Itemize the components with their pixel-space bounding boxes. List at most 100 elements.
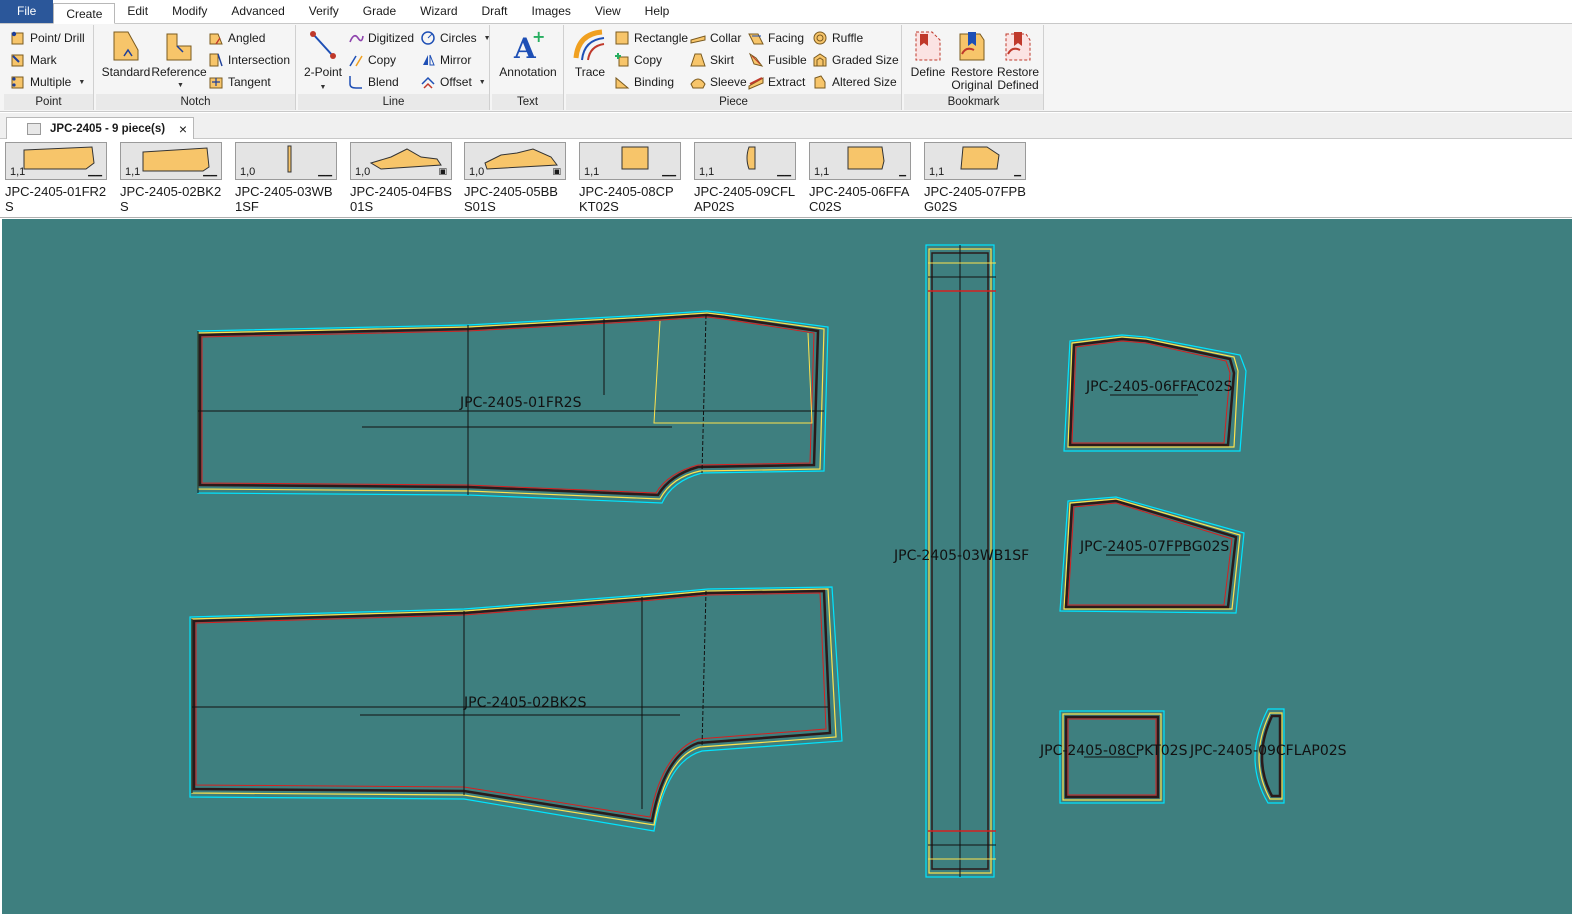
piece-thumbnail[interactable]: 1,0 ▁▁ JPC-2405-03WB1SF (235, 142, 339, 214)
altered-size-icon (812, 74, 828, 90)
collar-button[interactable]: Collar (690, 28, 741, 48)
define-bookmark-button[interactable]: Define (906, 28, 950, 79)
pattern-piece-waistband[interactable]: JPC-2405-03WB1SF (893, 244, 1029, 878)
menu-images[interactable]: Images (520, 0, 583, 23)
multiple-button[interactable]: Multiple ▼ (10, 72, 85, 92)
digitized-line-button[interactable]: Digitized (348, 28, 414, 48)
ruffle-button[interactable]: Ruffle (812, 28, 863, 48)
rectangle-label: Rectangle (634, 31, 689, 45)
offset-button[interactable]: Offset ▼ (420, 72, 486, 92)
menu-help[interactable]: Help (633, 0, 682, 23)
ribbon-group-notch: Standard Reference ▼ Angled Intersection … (96, 25, 296, 110)
piece-thumbnail[interactable]: 1,1 ▁ JPC-2405-07FPBG02S (924, 142, 1028, 214)
piece-thumbnail-image: 1,0 ▁▁ (235, 142, 337, 180)
menu-grade[interactable]: Grade (351, 0, 408, 23)
group-label-bookmark: Bookmark (904, 94, 1043, 110)
angled-notch-button[interactable]: Angled (208, 28, 265, 48)
piece-name: JPC-2405-01FR2S (5, 184, 107, 214)
mark-button[interactable]: Mark (10, 50, 57, 70)
two-point-line-button[interactable]: 2-Point ▼ (302, 28, 344, 94)
menu-file[interactable]: File (0, 0, 54, 23)
piece-thumbnail[interactable]: 1,0 ▣ JPC-2405-05BBS01S (464, 142, 568, 214)
intersection-notch-icon (208, 52, 224, 68)
piece-thumbnail-image: 1,1 ▁▁ (5, 142, 107, 180)
group-label-notch: Notch (96, 94, 295, 110)
reference-label: Reference (151, 65, 207, 79)
annotation-icon: A + (510, 27, 546, 65)
standard-notch-button[interactable]: Standard (100, 28, 152, 79)
piece-thumbnail[interactable]: 1,0 ▣ JPC-2405-04FBS01S (350, 142, 454, 214)
pattern-piece-pocket-bag[interactable]: JPC-2405-07FPBG02S (1059, 496, 1245, 614)
blend-line-button[interactable]: Blend (348, 72, 399, 92)
menu-create[interactable]: Create (53, 3, 116, 24)
document-tab[interactable]: JPC-2405 - 9 piece(s) × (6, 117, 194, 139)
annotation-button[interactable]: A + Annotation (496, 27, 560, 79)
pieces-strip: 1,1 ▁▁ JPC-2405-01FR2S 1,1 ▁▁ JPC-2405-02B… (0, 139, 1572, 218)
piece-marker-icon: ▁▁ (662, 166, 676, 176)
pattern-piece-facing[interactable]: JPC-2405-06FFAC02S (1063, 334, 1247, 452)
piece-thumbnail[interactable]: 1,1 ▁▁ JPC-2405-02BK2S (120, 142, 224, 214)
menu-wizard[interactable]: Wizard (408, 0, 469, 23)
restore-original-icon (954, 28, 990, 64)
mirror-button[interactable]: Mirror (420, 50, 471, 70)
tangent-notch-button[interactable]: Tangent (208, 72, 271, 92)
circles-button[interactable]: Circles ▼ (420, 28, 491, 48)
copy-line-button[interactable]: Copy (348, 50, 396, 70)
menu-advanced[interactable]: Advanced (219, 0, 296, 23)
restore-original-label-2: Original (951, 78, 993, 92)
reference-notch-button[interactable]: Reference ▼ (151, 28, 207, 92)
pattern-work-area[interactable]: JPC-2405-01FR2S JPC-2405-02BK2S JPC-2405… (2, 219, 1572, 914)
intersection-notch-button[interactable]: Intersection (208, 50, 290, 70)
piece-size: 1,1 (10, 166, 26, 178)
sleeve-button[interactable]: Sleeve (690, 72, 747, 92)
piece-thumbnail[interactable]: 1,1 ▁▁ JPC-2405-01FR2S (5, 142, 109, 214)
piece-thumbnail[interactable]: 1,1 ▁▁ JPC-2405-08CPKT02S (579, 142, 683, 214)
piece-name: JPC-2405-09CFLAP02S (694, 184, 796, 214)
pattern-piece-cargo-flap[interactable]: JPC-2405-09CFLAP02S (1189, 708, 1347, 804)
piece-size: 1,0 (469, 166, 485, 178)
fusible-icon (748, 52, 764, 68)
reference-notch-icon (161, 28, 197, 64)
altered-size-label: Altered Size (832, 75, 897, 89)
mirror-icon (420, 52, 436, 68)
menu-edit[interactable]: Edit (115, 0, 160, 23)
point-drill-button[interactable]: Point/ Drill (10, 28, 85, 48)
piece-thumbnail[interactable]: 1,1 ▁ JPC-2405-06FFAC02S (809, 142, 913, 214)
piece-name: JPC-2405-07FPBG02S (924, 184, 1026, 214)
pattern-piece-cargo-pocket[interactable]: JPC-2405-08CPKT02S (1039, 710, 1188, 804)
annotation-label: Annotation (499, 65, 557, 79)
collar-label: Collar (710, 31, 742, 45)
menu-view[interactable]: View (583, 0, 633, 23)
piece-thumbnail[interactable]: 1,1 ▁▁ JPC-2405-09CFLAP02S (694, 142, 798, 214)
pattern-piece-back[interactable]: JPC-2405-02BK2S (189, 586, 843, 832)
group-label-text: Text (492, 94, 563, 110)
menu-draft[interactable]: Draft (470, 0, 520, 23)
skirt-button[interactable]: Skirt (690, 50, 734, 70)
pattern-canvas[interactable]: JPC-2405-01FR2S JPC-2405-02BK2S JPC-2405… (2, 219, 1572, 914)
piece-marker-icon: ▣ (552, 166, 561, 176)
copy-line-label: Copy (368, 53, 397, 67)
menu-modify[interactable]: Modify (160, 0, 219, 23)
binding-icon (614, 74, 630, 90)
rectangle-button[interactable]: Rectangle (614, 28, 688, 48)
ruffle-label: Ruffle (832, 31, 864, 45)
piece-marker-icon: ▁ (899, 166, 906, 176)
restore-defined-button[interactable]: Restore Defined (996, 28, 1040, 92)
menu-verify[interactable]: Verify (297, 0, 351, 23)
pattern-piece-front[interactable]: JPC-2405-01FR2S (196, 309, 830, 505)
copy-piece-button[interactable]: Copy (614, 50, 662, 70)
binding-button[interactable]: Binding (614, 72, 674, 92)
point-drill-label: Point/ Drill (30, 31, 85, 45)
piece-thumbnail-image: 1,0 ▣ (350, 142, 452, 180)
fusible-button[interactable]: Fusible (748, 50, 807, 70)
svg-text:+: + (532, 28, 545, 46)
graded-size-button[interactable]: Graded Size (812, 50, 899, 70)
trace-button[interactable]: Trace (570, 28, 610, 79)
extract-button[interactable]: Extract (748, 72, 805, 92)
pattern-label-facing: JPC-2405-06FFAC02S (1085, 379, 1233, 395)
close-tab-icon[interactable]: × (179, 121, 187, 137)
altered-size-button[interactable]: Altered Size (812, 72, 897, 92)
piece-thumbnail-image: 1,1 ▁ (809, 142, 911, 180)
facing-button[interactable]: Facing (748, 28, 804, 48)
restore-original-button[interactable]: Restore Original (950, 28, 994, 92)
